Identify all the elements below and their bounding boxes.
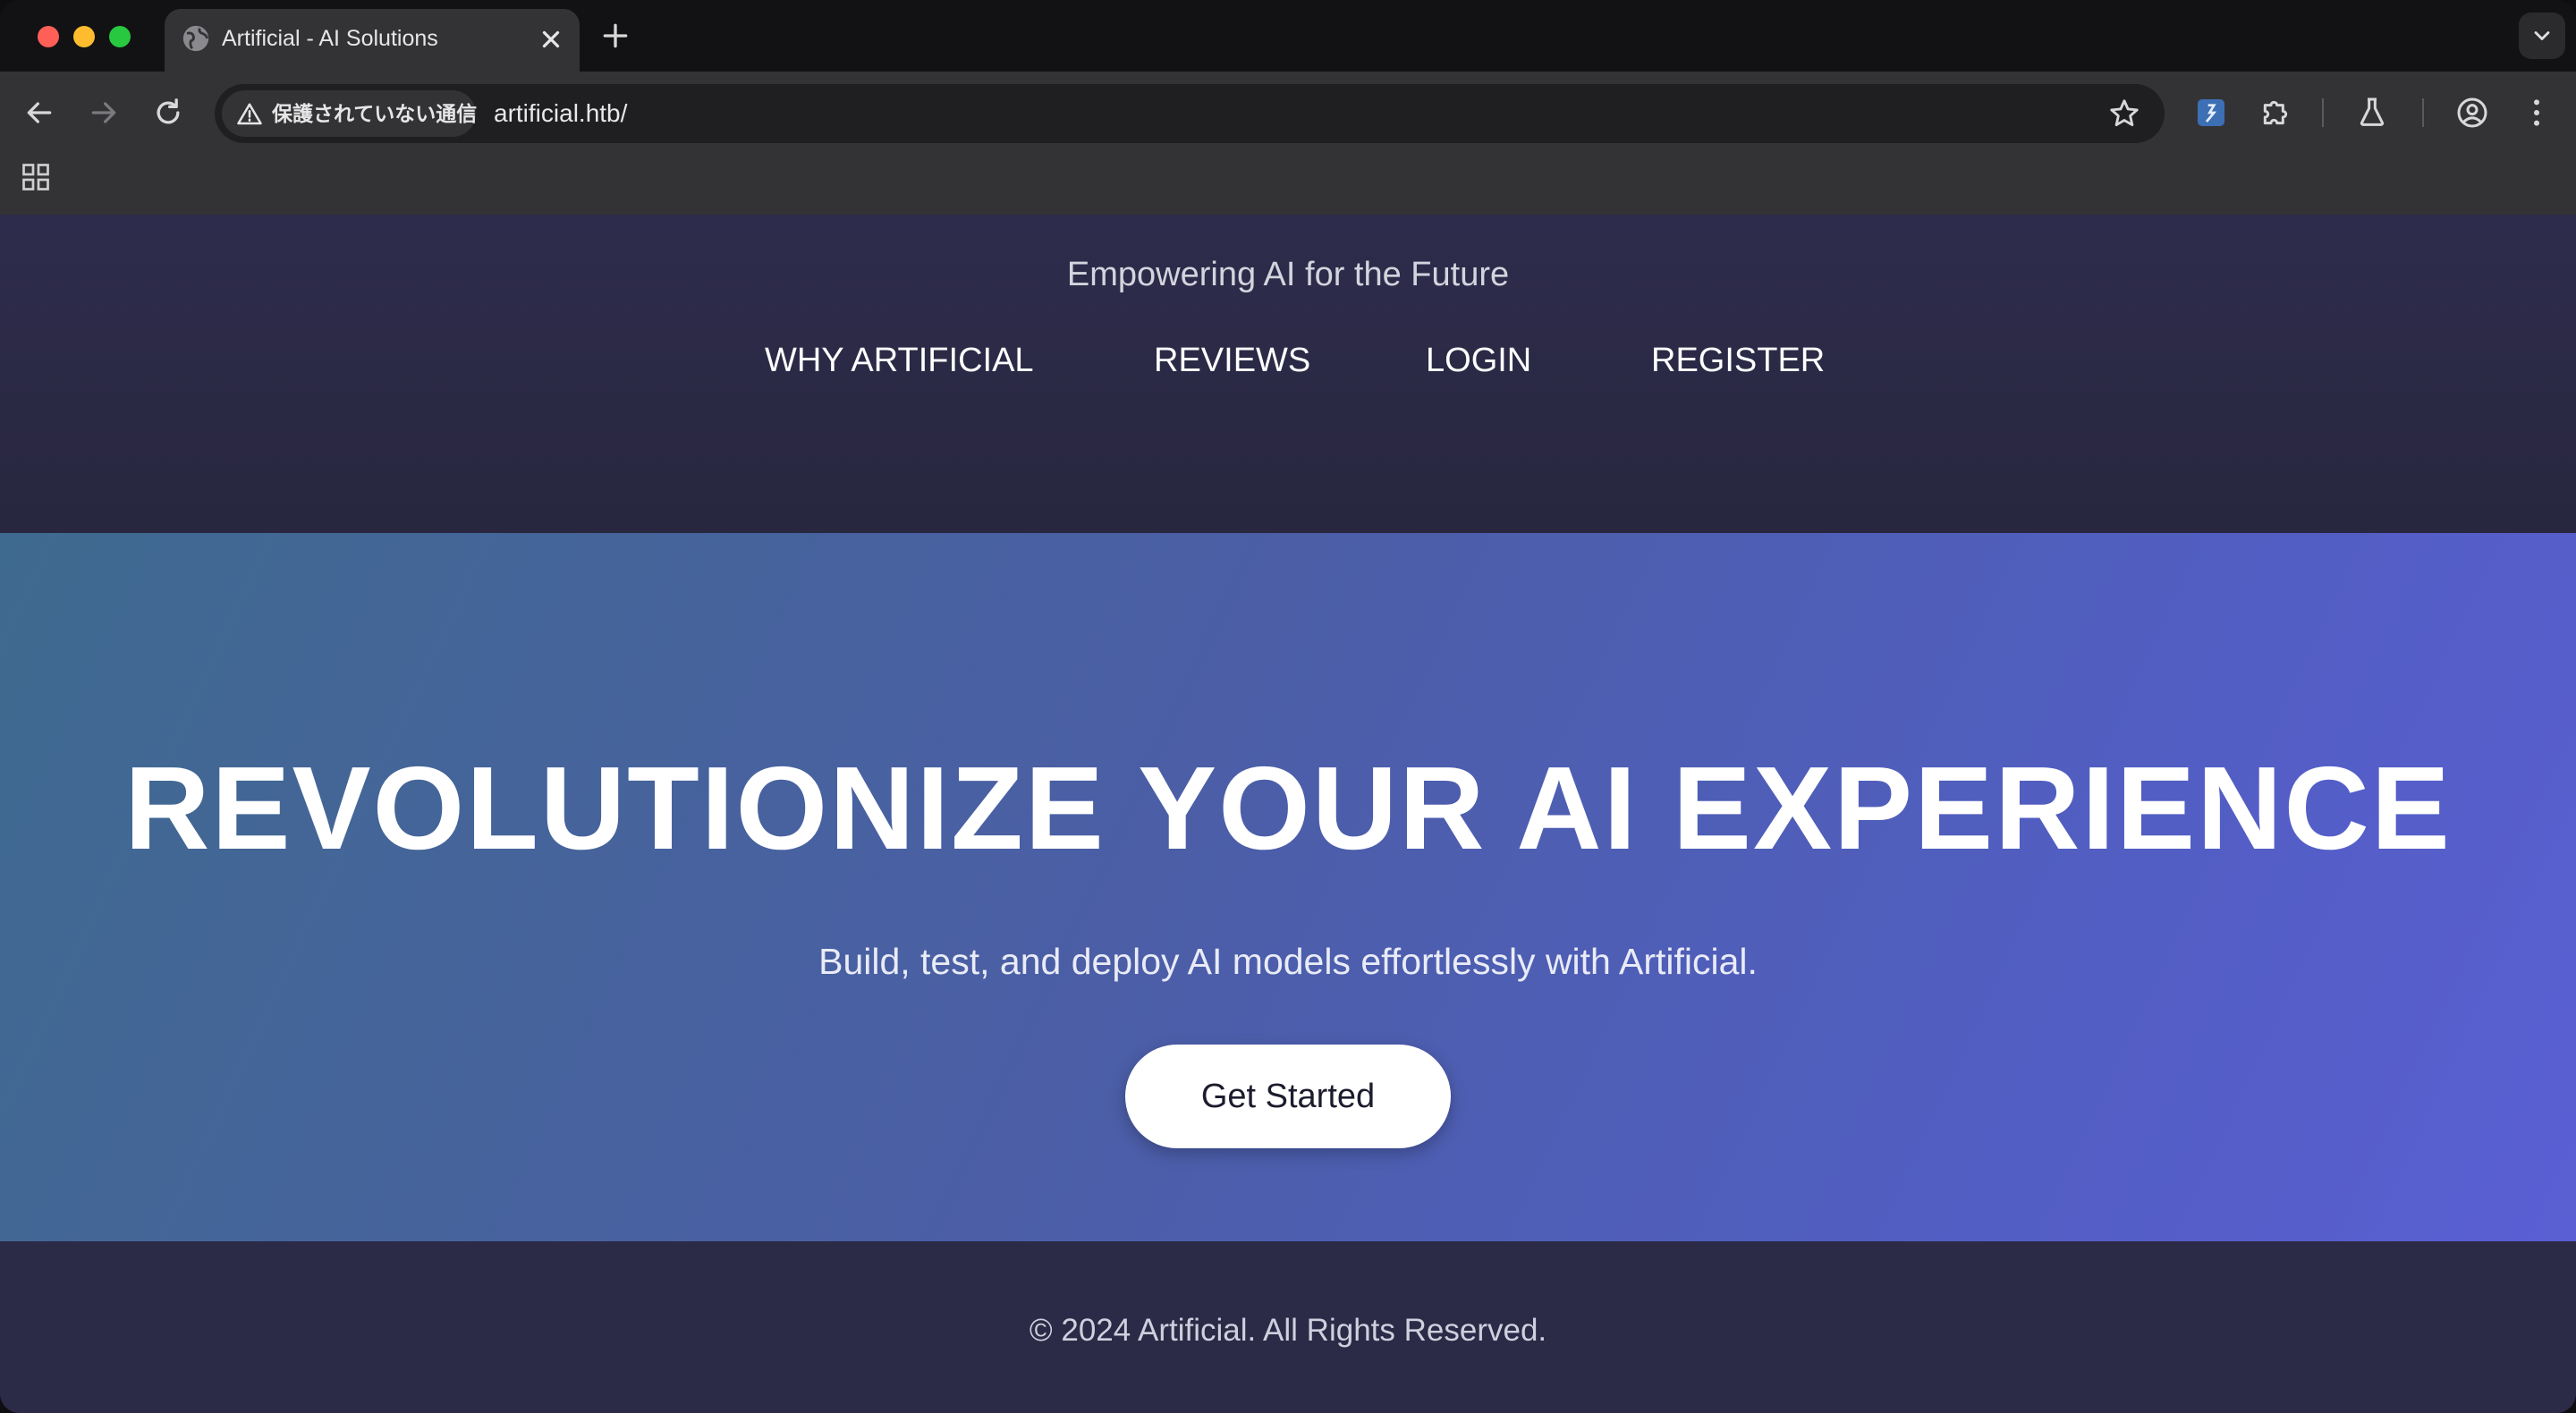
get-started-button[interactable]: Get Started xyxy=(1125,1045,1451,1148)
minimize-window-button[interactable] xyxy=(73,26,95,47)
url-text[interactable]: artificial.htb/ xyxy=(494,84,627,143)
site-nav: WHY ARTIFICIAL REVIEWS LOGIN REGISTER xyxy=(0,342,2576,395)
maximize-window-button[interactable] xyxy=(109,26,131,47)
nav-link-why-artificial[interactable]: WHY ARTIFICIAL xyxy=(765,342,1034,380)
site-footer: © 2024 Artificial. All Rights Reserved. xyxy=(0,1241,2576,1413)
profile-avatar-icon[interactable] xyxy=(2454,95,2490,131)
globe-icon xyxy=(182,25,209,52)
web-page: Empowering AI for the Future WHY ARTIFIC… xyxy=(0,215,2576,1413)
address-bar[interactable]: 保護されていない通信 artificial.htb/ xyxy=(215,84,2165,143)
reload-icon[interactable] xyxy=(150,95,186,131)
site-tagline: Empowering AI for the Future xyxy=(1066,256,1510,293)
toolbar-divider xyxy=(2322,98,2324,127)
browser-window: Artificial - AI Solutions 保護されていない通信 art… xyxy=(0,0,2576,1413)
kebab-menu-icon[interactable] xyxy=(2519,95,2555,131)
tab-active[interactable]: Artificial - AI Solutions xyxy=(165,9,580,72)
nav-link-login[interactable]: LOGIN xyxy=(1426,342,1531,380)
security-label: 保護されていない通信 xyxy=(272,102,478,125)
close-window-button[interactable] xyxy=(38,26,59,47)
tab-title: Artificial - AI Solutions xyxy=(222,26,438,51)
puzzle-extensions-icon[interactable] xyxy=(2258,95,2293,131)
tab-search-button[interactable] xyxy=(2519,13,2565,59)
forward-arrow-icon[interactable] xyxy=(86,95,122,131)
warning-icon xyxy=(237,103,262,125)
back-arrow-icon[interactable] xyxy=(21,95,57,131)
close-tab-icon[interactable] xyxy=(535,23,567,55)
browser-toolbar: 保護されていない通信 artificial.htb/ xyxy=(0,72,2576,224)
nav-link-reviews[interactable]: REVIEWS xyxy=(1154,342,1310,380)
apps-grid-icon[interactable] xyxy=(20,161,52,193)
copyright-text: © 2024 Artificial. All Rights Reserved. xyxy=(1029,1313,1547,1348)
extension-app-icon[interactable] xyxy=(2193,95,2229,131)
new-tab-icon[interactable] xyxy=(597,18,633,54)
bookmark-star-icon[interactable] xyxy=(2107,97,2141,131)
chevron-down-icon xyxy=(2534,31,2550,40)
hero-subtitle: Build, test, and deploy AI models effort… xyxy=(818,941,1758,982)
hero-section: REVOLUTIONIZE YOUR AI EXPERIENCE Build, … xyxy=(0,533,2576,1241)
toolbar-divider xyxy=(2422,98,2424,127)
nav-link-register[interactable]: REGISTER xyxy=(1651,342,1825,380)
hero-title: REVOLUTIONIZE YOUR AI EXPERIENCE xyxy=(124,742,2452,874)
site-header: Empowering AI for the Future WHY ARTIFIC… xyxy=(0,215,2576,533)
security-indicator[interactable]: 保護されていない通信 xyxy=(222,90,478,137)
tab-strip: Artificial - AI Solutions xyxy=(0,0,2576,72)
labs-flask-icon[interactable] xyxy=(2354,95,2390,131)
